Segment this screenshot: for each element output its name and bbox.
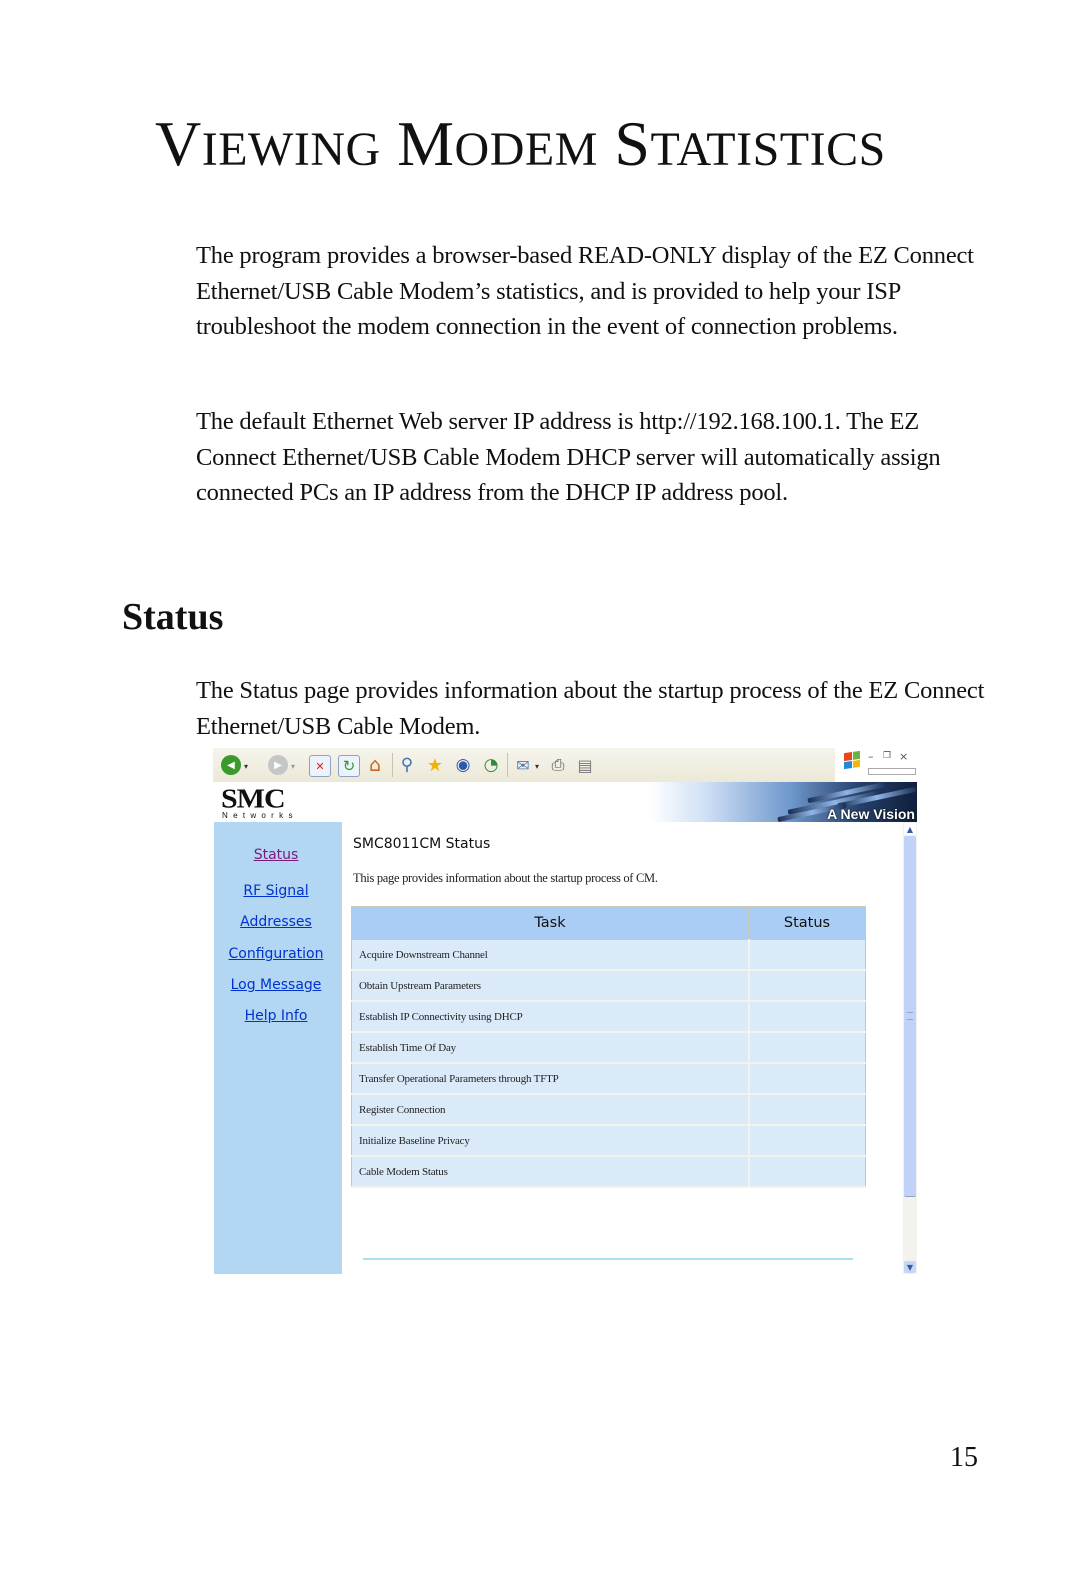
browser-toolbar: ◀ ▾ ▶ ▾ ✕ ↻ ⌂ ⚲ ★ ◉ ◔ ✉ ▾ ⎙ ▤ bbox=[213, 748, 835, 783]
back-dropdown-icon[interactable]: ▾ bbox=[244, 762, 248, 771]
title-initial: M bbox=[397, 108, 455, 179]
title-initial: S bbox=[614, 108, 651, 179]
toolbar-separator bbox=[392, 753, 393, 777]
table-row: Acquire Downstream Channel bbox=[351, 939, 866, 971]
forward-dropdown-icon[interactable]: ▾ bbox=[291, 762, 295, 771]
task-cell: Initialize Baseline Privacy bbox=[351, 1124, 749, 1157]
page-description: This page provides information about the… bbox=[353, 871, 658, 885]
sidebar-item-log-message[interactable]: Log Message bbox=[214, 977, 338, 993]
title-word: TATISTICS bbox=[650, 123, 886, 176]
column-header-task: Task bbox=[351, 906, 749, 940]
vertical-scrollbar[interactable]: ▲ ▼ bbox=[903, 822, 917, 1274]
sidebar-item-status[interactable]: Status bbox=[214, 847, 338, 863]
close-button[interactable]: × bbox=[899, 750, 908, 763]
task-cell: Cable Modem Status bbox=[351, 1155, 749, 1188]
status-cell bbox=[747, 1124, 866, 1157]
chapter-title: VIEWING MODEM STATISTICS bbox=[155, 112, 886, 176]
smc-banner: SMC Networks A New Vision bbox=[213, 782, 917, 822]
table-row: Register Connection bbox=[351, 1093, 866, 1126]
window-controls: – ❐ × bbox=[838, 748, 917, 782]
home-icon[interactable]: ⌂ bbox=[365, 754, 385, 776]
task-cell: Obtain Upstream Parameters bbox=[351, 969, 749, 1002]
progress-bar bbox=[868, 768, 916, 775]
status-cell bbox=[747, 1031, 866, 1064]
sidebar-item-rf-signal[interactable]: RF Signal bbox=[214, 883, 338, 899]
windows-logo-icon bbox=[844, 750, 860, 770]
restore-button[interactable]: ❐ bbox=[883, 751, 891, 761]
mail-icon[interactable]: ✉ bbox=[513, 755, 533, 775]
status-cell bbox=[747, 939, 866, 971]
stop-icon[interactable]: ✕ bbox=[309, 755, 331, 777]
title-word: IEWING bbox=[201, 123, 381, 176]
table-row: Cable Modem Status bbox=[351, 1155, 866, 1188]
sidebar-nav: Status RF Signal Addresses Configuration… bbox=[214, 822, 342, 1274]
page-number: 15 bbox=[950, 1442, 978, 1473]
table-row: Establish IP Connectivity using DHCP bbox=[351, 1000, 866, 1033]
scroll-up-arrow-icon[interactable]: ▲ bbox=[904, 823, 916, 835]
forward-icon[interactable]: ▶ bbox=[268, 755, 288, 775]
task-cell: Establish IP Connectivity using DHCP bbox=[351, 1000, 749, 1033]
status-cell bbox=[747, 1093, 866, 1126]
status-cell bbox=[747, 1155, 866, 1188]
status-cell bbox=[747, 1062, 866, 1095]
status-page-content: SMC8011CM Status This page provides info… bbox=[342, 822, 903, 1274]
table-row: Transfer Operational Parameters through … bbox=[351, 1062, 866, 1095]
column-header-status: Status bbox=[748, 906, 866, 940]
status-cell bbox=[747, 1000, 866, 1033]
intro-paragraph-2: The default Ethernet Web server IP addre… bbox=[196, 408, 941, 506]
mail-dropdown-icon[interactable]: ▾ bbox=[535, 762, 539, 771]
scrollbar-thumb[interactable] bbox=[904, 836, 916, 1197]
browser-screenshot: ◀ ▾ ▶ ▾ ✕ ↻ ⌂ ⚲ ★ ◉ ◔ ✉ ▾ ⎙ ▤ – ❐ × SMC … bbox=[213, 748, 917, 1274]
minimize-button[interactable]: – bbox=[868, 750, 874, 763]
task-cell: Acquire Downstream Channel bbox=[351, 939, 749, 971]
smc-logo-subtitle: Networks bbox=[222, 811, 298, 820]
scroll-down-arrow-icon[interactable]: ▼ bbox=[904, 1261, 916, 1273]
scrollbar-grip bbox=[907, 1012, 913, 1020]
sidebar-item-configuration[interactable]: Configuration bbox=[214, 946, 338, 962]
title-initial: V bbox=[155, 108, 202, 179]
footer-divider bbox=[363, 1258, 853, 1260]
task-cell: Transfer Operational Parameters through … bbox=[351, 1062, 749, 1095]
status-table: Task Status Acquire Downstream Channel O… bbox=[351, 906, 866, 1188]
sidebar-item-help-info[interactable]: Help Info bbox=[214, 1008, 338, 1024]
intro-paragraph-1: The program provides a browser-based REA… bbox=[196, 242, 974, 340]
table-row: Initialize Baseline Privacy bbox=[351, 1124, 866, 1157]
section-paragraph: The Status page provides information abo… bbox=[196, 677, 985, 740]
table-row: Obtain Upstream Parameters bbox=[351, 969, 866, 1002]
refresh-icon[interactable]: ↻ bbox=[338, 755, 360, 777]
toolbar-separator bbox=[507, 753, 508, 777]
banner-tagline: A New Vision bbox=[827, 806, 915, 822]
smc-logo: SMC bbox=[221, 784, 286, 814]
task-cell: Establish Time Of Day bbox=[351, 1031, 749, 1064]
table-row: Establish Time Of Day bbox=[351, 1031, 866, 1064]
edit-icon[interactable]: ▤ bbox=[575, 755, 595, 775]
page-heading: SMC8011CM Status bbox=[353, 836, 491, 852]
title-word: ODEM bbox=[454, 123, 598, 176]
history-icon[interactable]: ◔ bbox=[481, 755, 501, 775]
task-cell: Register Connection bbox=[351, 1093, 749, 1126]
sidebar-item-addresses[interactable]: Addresses bbox=[214, 914, 338, 930]
table-header-row: Task Status bbox=[351, 906, 866, 940]
favorites-icon[interactable]: ★ bbox=[425, 755, 445, 776]
media-icon[interactable]: ◉ bbox=[453, 755, 473, 775]
search-icon[interactable]: ⚲ bbox=[397, 755, 417, 775]
print-icon[interactable]: ⎙ bbox=[548, 755, 568, 775]
section-title: Status bbox=[122, 596, 224, 638]
back-icon[interactable]: ◀ bbox=[221, 755, 241, 775]
status-cell bbox=[747, 969, 866, 1002]
